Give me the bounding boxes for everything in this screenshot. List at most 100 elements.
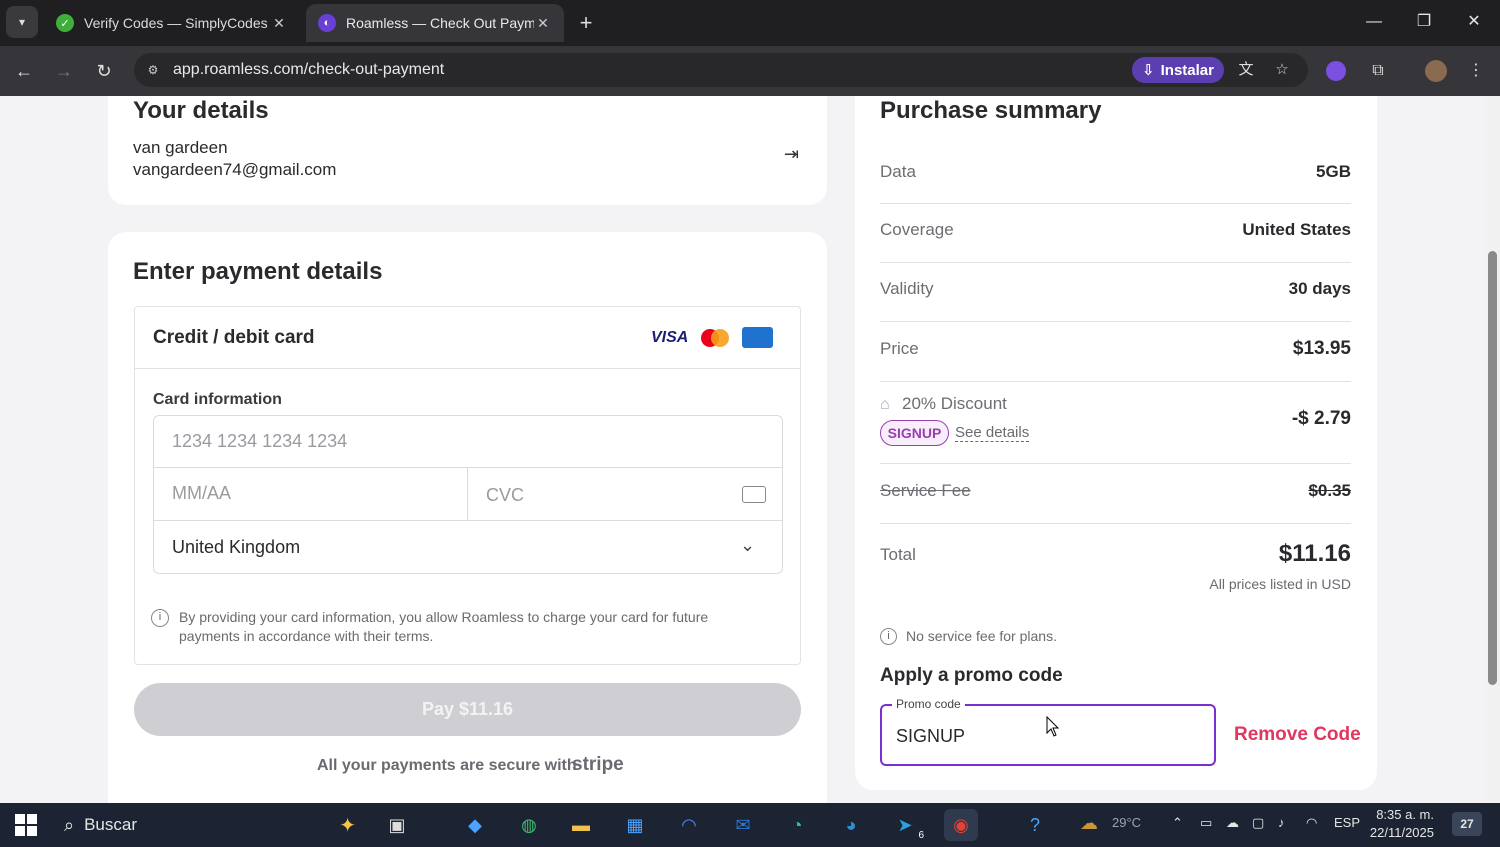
data-value: 5GB	[1316, 162, 1351, 181]
coverage-value: United States	[1242, 220, 1351, 239]
divider	[467, 468, 468, 521]
task-view-icon[interactable]: ▣	[380, 809, 414, 841]
currency-note: All prices listed in USD	[1209, 576, 1351, 592]
card-input-group: 1234 1234 1234 1234 MM/AA CVC United Kin…	[153, 415, 783, 574]
store-icon[interactable]: ▦	[618, 809, 652, 841]
reload-icon[interactable]: ↻	[90, 57, 118, 85]
discount-label: 20% Discount	[902, 394, 1007, 413]
copilot-app-icon[interactable]: ◆	[458, 809, 492, 841]
validity-value: 30 days	[1288, 279, 1351, 298]
extensions-puzzle-icon[interactable]: ⧉	[1364, 57, 1392, 85]
pay-button[interactable]: Pay $11.16	[134, 683, 801, 736]
close-window-button[interactable]: ✕	[1454, 8, 1494, 36]
minimize-button[interactable]: —	[1354, 8, 1394, 36]
payment-method-box: Credit / debit card VISA Card informatio…	[134, 306, 801, 665]
your-details-card: Your details van gardeen vangardeen74@gm…	[108, 96, 827, 205]
tab-search-button[interactable]: ▾	[6, 6, 38, 38]
address-bar[interactable]: ⚙ app.roamless.com/check-out-payment ⇩ I…	[134, 53, 1308, 87]
copilot-sparkle-icon: ✦	[339, 814, 356, 837]
close-tab-icon[interactable]: ✕	[270, 15, 288, 32]
divider	[880, 262, 1351, 263]
file-explorer-icon[interactable]: ▬	[564, 809, 598, 841]
telegram-badge: 6	[918, 830, 924, 841]
translate-icon[interactable]: 文	[1235, 59, 1257, 81]
search-label: Buscar	[84, 815, 138, 834]
taskbar-search[interactable]: ⌕ Buscar ✦	[56, 807, 356, 843]
promo-field-label: Promo code	[892, 697, 965, 711]
summary-title: Purchase summary	[880, 97, 1102, 124]
site-info-icon[interactable]: ⚙	[144, 61, 162, 79]
country-select[interactable]: United Kingdom ⌄	[154, 521, 782, 573]
profile-avatar[interactable]	[1422, 57, 1450, 85]
expiry-input[interactable]: MM/AA	[172, 483, 231, 504]
coverage-label: Coverage	[880, 220, 954, 239]
bookmark-star-icon[interactable]: ☆	[1271, 59, 1293, 81]
close-tab-icon[interactable]: ✕	[534, 15, 552, 32]
url-text: app.roamless.com/check-out-payment	[173, 61, 445, 78]
edge-profile-icon[interactable]: ◕	[834, 809, 868, 841]
onedrive-icon[interactable]: ☁	[1226, 815, 1239, 831]
windows-taskbar: ⌕ Buscar ✦ ▣ ◆ ◍ ▬ ▦ ◠ ✉ ◔ ◕ ➤ 6 ◉ ? ☁ 2…	[0, 803, 1500, 847]
telegram-icon[interactable]: ➤ 6	[888, 809, 924, 842]
chevron-up-icon[interactable]: ⌃	[1172, 815, 1183, 831]
logout-icon[interactable]: ⇥	[784, 144, 799, 165]
cvc-input[interactable]: CVC	[486, 485, 524, 506]
extension-icon[interactable]	[1322, 57, 1350, 85]
see-details-link[interactable]: See details	[955, 424, 1030, 442]
clock-date[interactable]: 22/11/2025	[1368, 825, 1434, 840]
chrome-icon[interactable]: ◉	[944, 809, 978, 841]
purchase-summary-card: Purchase summary Data 5GB Coverage Unite…	[855, 96, 1377, 790]
install-label: Instalar	[1160, 61, 1214, 79]
volume-icon[interactable]: ♪	[1278, 815, 1285, 830]
page-viewport: Your details van gardeen vangardeen74@gm…	[0, 96, 1485, 803]
restore-button[interactable]: ❐	[1404, 8, 1444, 36]
tab-simplycodes[interactable]: ✓ Verify Codes — SimplyCodes ✕	[44, 4, 300, 42]
weather-temp[interactable]: 29°C	[1112, 815, 1141, 830]
new-tab-button[interactable]: +	[572, 9, 600, 37]
remove-code-button[interactable]: Remove Code	[1234, 724, 1361, 746]
forward-icon[interactable]: →	[50, 57, 78, 85]
app-icon[interactable]: ◠	[672, 809, 706, 841]
total-value: $11.16	[1278, 540, 1351, 567]
tab-title: Roamless — Check Out Paymen	[346, 15, 534, 31]
wifi-icon[interactable]: ◠	[1306, 815, 1317, 831]
roamless-favicon-icon: ◐	[318, 14, 336, 32]
promo-value: SIGNUP	[896, 726, 966, 746]
language-indicator[interactable]: ESP	[1334, 815, 1360, 830]
secure-text: All your payments are secure with	[317, 757, 577, 774]
clock-time[interactable]: 8:35 a. m.	[1372, 807, 1434, 822]
info-icon: i	[151, 609, 169, 627]
card-method-header[interactable]: Credit / debit card VISA	[135, 307, 800, 369]
tab-roamless[interactable]: ◐ Roamless — Check Out Paymen ✕	[306, 4, 564, 42]
divider	[880, 203, 1351, 204]
promo-title: Apply a promo code	[880, 665, 1063, 686]
expiry-cvc-row: MM/AA CVC	[154, 468, 782, 521]
tray-monitor-icon[interactable]: ▢	[1252, 815, 1264, 831]
card-number-placeholder: 1234 1234 1234 1234	[172, 431, 348, 451]
card-number-input[interactable]: 1234 1234 1234 1234	[154, 416, 782, 468]
simplycodes-favicon-icon: ✓	[56, 14, 74, 32]
windows-start-icon[interactable]	[14, 813, 38, 837]
search-icon: ⌕	[64, 814, 75, 835]
notifications-badge[interactable]: 27	[1452, 812, 1482, 836]
scrollbar-thumb[interactable]	[1488, 251, 1497, 685]
weather-icon: ☁	[1080, 813, 1098, 833]
mastercard-icon	[701, 329, 729, 347]
edge-app-icon[interactable]: ◍	[512, 809, 546, 841]
outlook-icon[interactable]: ✉	[726, 809, 760, 841]
tray-app-icon[interactable]: ▭	[1200, 815, 1212, 831]
user-name: van gardeen	[133, 138, 228, 157]
service-fee-value: $0.35	[1308, 481, 1351, 500]
stripe-logo: stripe	[572, 754, 624, 775]
install-app-button[interactable]: ⇩ Instalar	[1132, 57, 1224, 83]
browser-menu-icon[interactable]: ⋮	[1462, 57, 1490, 85]
validity-label: Validity	[880, 279, 934, 298]
consent-text-line2: payments in accordance with their terms.	[179, 628, 434, 644]
divider	[880, 381, 1351, 382]
page-scrollbar[interactable]	[1485, 96, 1500, 803]
help-icon[interactable]: ?	[1018, 809, 1052, 841]
price-label: Price	[880, 339, 919, 358]
edge-icon[interactable]: ◔	[780, 809, 814, 841]
back-icon[interactable]: ←	[10, 57, 38, 85]
method-label: Credit / debit card	[153, 327, 315, 348]
